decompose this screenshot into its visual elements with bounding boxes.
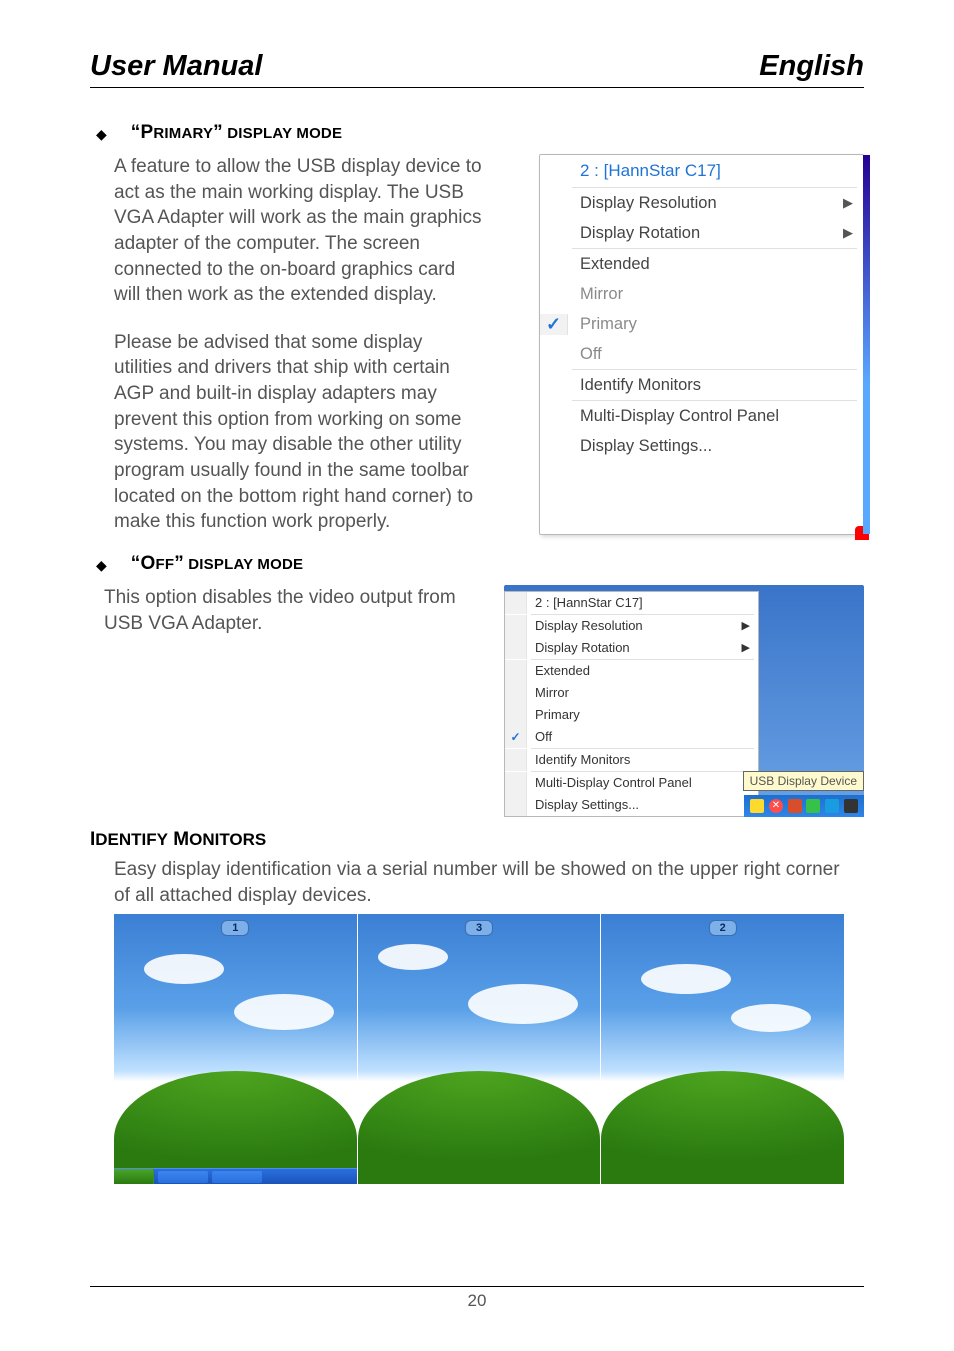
menu2-item-mdcp[interactable]: Multi-Display Control Panel [505,772,758,794]
tray-icon[interactable] [788,799,802,813]
menu2-item-rotation[interactable]: Display Rotation▶ [505,637,758,659]
check-icon: ✓ [540,314,568,335]
primary-para-1: A feature to allow the USB display devic… [114,154,484,308]
tray-corner-icon [855,526,869,540]
menu2-item-primary[interactable]: Primary [505,704,758,726]
menu2-item-settings[interactable]: Display Settings... [505,794,758,816]
menu2-item-resolution[interactable]: Display Resolution▶ [505,615,758,637]
system-tray[interactable]: ✕ [744,795,864,817]
page-footer: 20 [90,1286,864,1311]
menu-display-name: 2 : [HannStar C17] [568,161,863,181]
off-text-col: This option disables the video output fr… [90,585,484,817]
monitor-badge-2: 2 [709,920,737,936]
primary-menu-col: 2 : [HannStar C17] Display Resolution ▶ … [504,154,864,535]
taskbar-button[interactable] [212,1171,262,1183]
check-icon: ✓ [510,730,520,744]
menu2-item-mirror[interactable]: Mirror [505,682,758,704]
tray-icon[interactable] [844,799,858,813]
menu2-item-off[interactable]: ✓Off [505,726,758,748]
identify-para-1: Easy display identification via a serial… [114,857,864,883]
menu2-title-row: 2 : [HannStar C17] [505,592,758,614]
menu-item-mirror[interactable]: Mirror [540,279,863,309]
menu-item-rotation[interactable]: Display Rotation ▶ [540,218,863,248]
primary-para-2: Please be advised that some display util… [114,330,484,535]
display-context-menu-primary: 2 : [HannStar C17] Display Resolution ▶ … [539,154,864,535]
primary-two-col: A feature to allow the USB display devic… [90,154,864,535]
display-context-menu-off: 2 : [HannStar C17] Display Resolution▶ D… [504,591,759,817]
page-header: User Manual English [90,50,864,88]
tray-icon[interactable]: ✕ [769,799,783,813]
manual-title: User Manual [90,50,262,83]
monitor-badge-1: 1 [221,920,249,936]
off-mode-heading: “OFF” DISPLAY MODE [131,553,303,575]
language-label: English [759,50,864,83]
identify-screenshot: 1 3 2 [114,914,844,1184]
submenu-arrow-icon: ▶ [742,641,758,654]
monitor-1: 1 [114,914,358,1184]
identify-heading: IDENTIFY MONITORS [90,829,864,851]
monitor-2: 2 [601,914,844,1184]
menu-item-off[interactable]: Off [540,339,863,369]
primary-mode-heading-row: ◆ “PRIMARY” DISPLAY MODE [90,122,864,146]
off-menu-wrap: 2 : [HannStar C17] Display Resolution▶ D… [504,585,864,817]
menu-title-row: 2 : [HannStar C17] [540,155,863,187]
taskbar-button[interactable] [158,1171,208,1183]
bullet-icon: ◆ [96,122,107,146]
page-content: ◆ “PRIMARY” DISPLAY MODE A feature to al… [90,122,864,1184]
submenu-arrow-icon: ▶ [843,195,863,211]
submenu-arrow-icon: ▶ [843,225,863,241]
tray-icon[interactable] [750,799,764,813]
menu-item-extended[interactable]: Extended [540,249,863,279]
monitor-3: 3 [358,914,602,1184]
bullet-icon: ◆ [96,553,107,577]
menu-item-primary[interactable]: ✓ Primary [540,309,863,339]
off-para: This option disables the video output fr… [104,585,484,636]
menu-item-settings[interactable]: Display Settings... [540,431,863,461]
tray-tooltip: USB Display Device [743,771,864,791]
menu-item-resolution[interactable]: Display Resolution ▶ [540,188,863,218]
tray-icon[interactable] [825,799,839,813]
start-button[interactable] [114,1169,154,1184]
menu2-item-identify[interactable]: Identify Monitors [505,749,758,771]
off-mode-heading-row: ◆ “OFF” DISPLAY MODE [90,553,864,577]
submenu-arrow-icon: ▶ [742,619,758,632]
primary-text-col: A feature to allow the USB display devic… [90,154,484,535]
off-two-col: This option disables the video output fr… [90,585,864,817]
taskbar[interactable] [114,1168,357,1184]
off-menu-col: 2 : [HannStar C17] Display Resolution▶ D… [504,585,864,817]
tray-icon[interactable] [806,799,820,813]
identify-para-2: of all attached display devices. [114,883,864,909]
menu-item-mdcp[interactable]: Multi-Display Control Panel [540,401,863,431]
monitor-badge-3: 3 [465,920,493,936]
menu-item-identify[interactable]: Identify Monitors [540,370,863,400]
page-number: 20 [468,1291,487,1310]
primary-mode-heading: “PRIMARY” DISPLAY MODE [131,122,342,144]
menu2-item-extended[interactable]: Extended [505,660,758,682]
